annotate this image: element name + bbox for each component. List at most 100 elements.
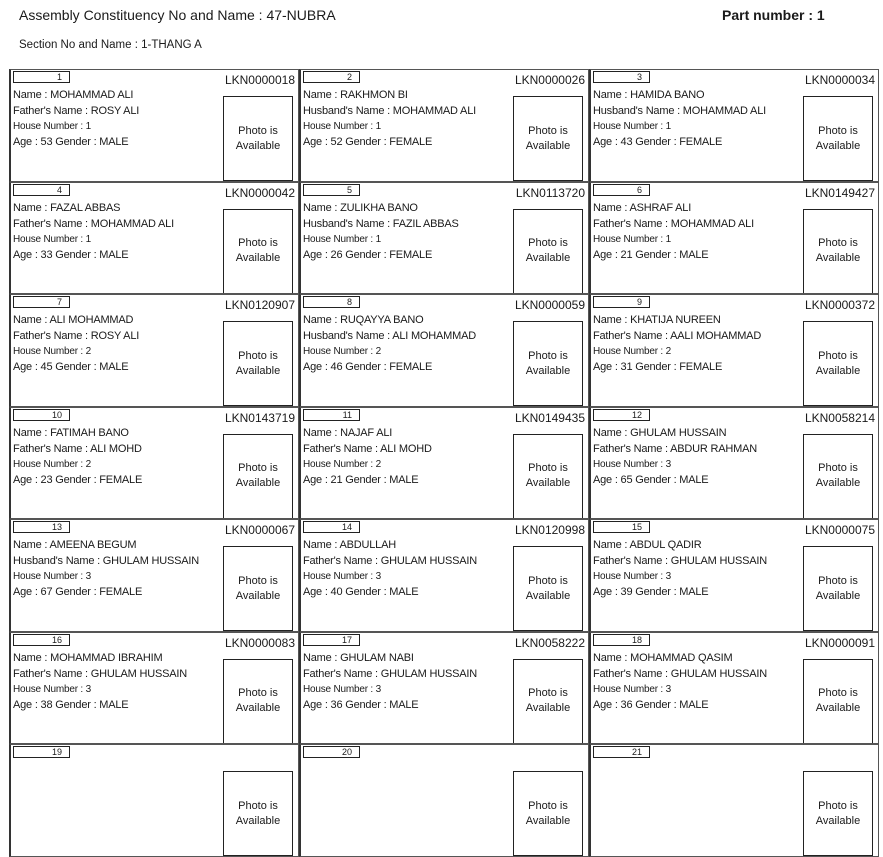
epic-number: LKN0113720 [515,185,585,200]
age-gender: Age : 36 Gender : MALE [593,698,709,711]
serial-number: 4 [13,183,70,196]
voter-name: Name : AMEENA BEGUM [13,539,137,551]
age-gender: Age : 43 Gender : FEMALE [593,136,723,148]
relation-name: Father's Name : GHULAM HUSSAIN [13,667,187,680]
photo-text: Photo is Available [525,799,571,827]
age-gender: Age : 52 Gender : FEMALE [303,136,433,148]
relation-name: Father's Name : MOHAMMAD ALI [593,217,754,230]
voter-card: 6 LKN0149427 Name : ASHRAF ALI Father's … [589,181,879,294]
age-gender: Age : 67 Gender : FEMALE [13,586,143,598]
epic-number: LKN0000018 [224,73,295,87]
photo-placeholder: Photo is Available [223,321,293,406]
voter-name: Name : RAKHMON BI [303,89,408,101]
voter-name: Name : ASHRAF ALI [593,201,692,214]
serial-number: 8 [303,296,360,308]
relation-name: Father's Name : AALI MOHAMMAD [593,330,762,342]
age-gender: Age : 26 Gender : FEMALE [303,248,433,261]
serial-number: 19 [13,746,70,758]
photo-placeholder: Photo is Available [803,771,873,856]
epic-number: LKN0000372 [804,298,875,312]
photo-text: Photo is Available [235,124,281,152]
relation-name: Father's Name : GHULAM HUSSAIN [303,555,477,567]
voter-card: 8 LKN0000059 Name : RUQAYYA BANO Husband… [299,294,589,407]
serial-number: 18 [593,633,650,646]
serial-number: 7 [13,296,70,308]
epic-number: LKN0149427 [804,185,875,200]
voter-name: Name : GHULAM NABI [303,651,414,664]
house-number: House Number : 1 [593,233,671,245]
relation-name: Husband's Name : MOHAMMAD ALI [593,105,766,117]
photo-placeholder: Photo is Available [223,771,293,856]
voter-card: 2 LKN0000026 Name : RAKHMON BI Husband's… [299,69,589,182]
photo-placeholder: Photo is Available [223,208,293,294]
voter-name: Name : FAZAL ABBAS [13,201,121,214]
serial-number: 1 [13,71,70,83]
voter-name: Name : RUQAYYA BANO [303,314,424,326]
photo-text: Photo is Available [235,349,281,377]
house-number: House Number : 2 [303,346,381,357]
age-gender: Age : 53 Gender : MALE [13,136,129,148]
voter-card: 19 Photo is Available [9,744,299,857]
part-number: Part number : 1 [722,7,825,23]
photo-placeholder: Photo is Available [513,658,583,744]
serial-number: 2 [303,71,360,83]
house-number: House Number : 2 [593,346,671,357]
serial-number: 17 [303,633,360,646]
serial-number: 13 [13,521,70,533]
voter-name: Name : MOHAMMAD IBRAHIM [13,651,163,664]
photo-placeholder: Photo is Available [803,208,873,294]
serial-number: 21 [593,746,650,758]
photo-text: Photo is Available [815,574,861,602]
photo-text: Photo is Available [525,574,571,602]
serial-number: 14 [303,521,360,533]
photo-text: Photo is Available [525,237,571,264]
photo-placeholder: Photo is Available [223,546,293,631]
photo-placeholder: Photo is Available [803,96,873,181]
voter-card: 10 LKN0143719 Name : FATIMAH BANO Father… [9,406,299,519]
voter-card: 9 LKN0000372 Name : KHATIJA NUREEN Fathe… [589,294,879,407]
voter-card: 1 LKN0000018 Name : MOHAMMAD ALI Father'… [9,69,299,182]
photo-text: Photo is Available [815,124,861,152]
age-gender: Age : 38 Gender : MALE [13,698,129,711]
voter-name: Name : ABDUL QADIR [593,539,702,551]
photo-placeholder: Photo is Available [803,433,873,519]
voter-card: 18 LKN0000091 Name : MOHAMMAD QASIM Fath… [589,631,879,744]
serial-number: 11 [303,408,360,421]
epic-number: LKN0000059 [514,298,585,312]
voter-card: 13 LKN0000067 Name : AMEENA BEGUM Husban… [9,519,299,632]
photo-placeholder: Photo is Available [223,658,293,744]
serial-number: 5 [303,183,360,196]
voter-card: 5 LKN0113720 Name : ZULIKHA BANO Husband… [299,181,589,294]
epic-number: LKN0000026 [514,73,585,87]
age-gender: Age : 21 Gender : MALE [303,473,419,486]
relation-name: Husband's Name : FAZIL ABBAS [303,217,459,230]
voter-name: Name : KHATIJA NUREEN [593,314,721,326]
relation-name: Father's Name : GHULAM HUSSAIN [593,667,767,680]
house-number: House Number : 1 [303,121,381,132]
relation-name: Father's Name : ALI MOHD [13,442,142,455]
photo-placeholder: Photo is Available [513,208,583,294]
voter-name: Name : HAMIDA BANO [593,89,705,101]
relation-name: Father's Name : ROSY ALI [13,330,140,342]
house-number: House Number : 3 [303,571,381,582]
relation-name: Father's Name : MOHAMMAD ALI [13,217,174,230]
serial-number: 3 [593,71,650,83]
house-number: House Number : 3 [593,458,671,470]
voter-card: 12 LKN0058214 Name : GHULAM HUSSAIN Fath… [589,406,879,519]
photo-text: Photo is Available [235,574,281,602]
voter-name: Name : ZULIKHA BANO [303,201,418,214]
photo-text: Photo is Available [815,799,861,827]
serial-number: 16 [13,633,70,646]
photo-placeholder: Photo is Available [803,546,873,631]
photo-placeholder: Photo is Available [513,433,583,519]
house-number: House Number : 3 [593,571,671,582]
epic-number: LKN0000042 [224,185,295,200]
age-gender: Age : 31 Gender : FEMALE [593,361,723,373]
voter-name: Name : FATIMAH BANO [13,426,129,439]
voter-name: Name : NAJAF ALI [303,426,393,439]
house-number: House Number : 1 [13,121,91,132]
voter-card: 3 LKN0000034 Name : HAMIDA BANO Husband'… [589,69,879,182]
photo-text: Photo is Available [815,462,861,489]
serial-number: 20 [303,746,360,758]
epic-number: LKN0058214 [804,410,875,425]
